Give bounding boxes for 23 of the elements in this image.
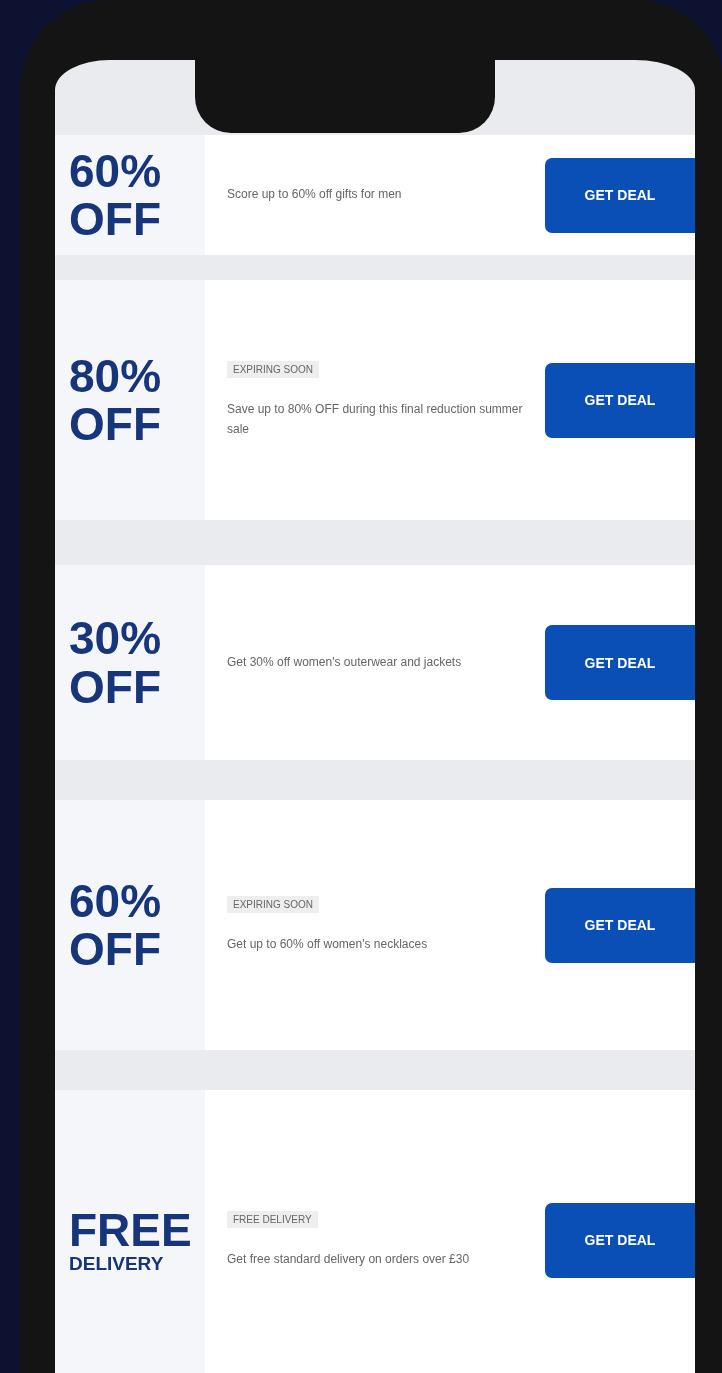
discount-label: OFF (69, 195, 162, 244)
deal-description: Score up to 60% off gifts for men (227, 186, 403, 204)
deal-tag: EXPIRING SOON (227, 895, 319, 913)
deal-description: Save up to 80% OFF during this final reduction summer sale (227, 401, 524, 438)
get-deal-button[interactable]: GET DEAL (545, 362, 695, 438)
discount-amount: 60% (69, 876, 163, 925)
discount-label: OFF (69, 400, 162, 449)
deal-tag: FREE DELIVERY (227, 1210, 318, 1228)
discount-label: OFF (69, 662, 162, 711)
get-deal-button[interactable]: GET DEAL (545, 887, 695, 963)
discount-amount: FREE (69, 1205, 193, 1255)
discount-label: DELIVERY (69, 1254, 165, 1275)
discount-amount: 80% (69, 351, 163, 400)
deal-description: Get 30% off women's outerwear and jackets (227, 653, 463, 671)
get-deal-button[interactable]: GET DEAL (545, 625, 695, 700)
get-deal-button[interactable]: GET DEAL (545, 157, 695, 233)
discount-amount: 60% (69, 146, 163, 195)
discount-label: OFF (69, 925, 162, 974)
deal-description: Get free standard delivery on orders over £30 (227, 1250, 471, 1268)
get-deal-button[interactable]: GET DEAL (545, 1202, 695, 1278)
deal-description: Get up to 60% off women's necklaces (227, 935, 429, 953)
deal-tag: EXPIRING SOON (227, 361, 319, 379)
discount-amount: 30% (69, 614, 163, 663)
